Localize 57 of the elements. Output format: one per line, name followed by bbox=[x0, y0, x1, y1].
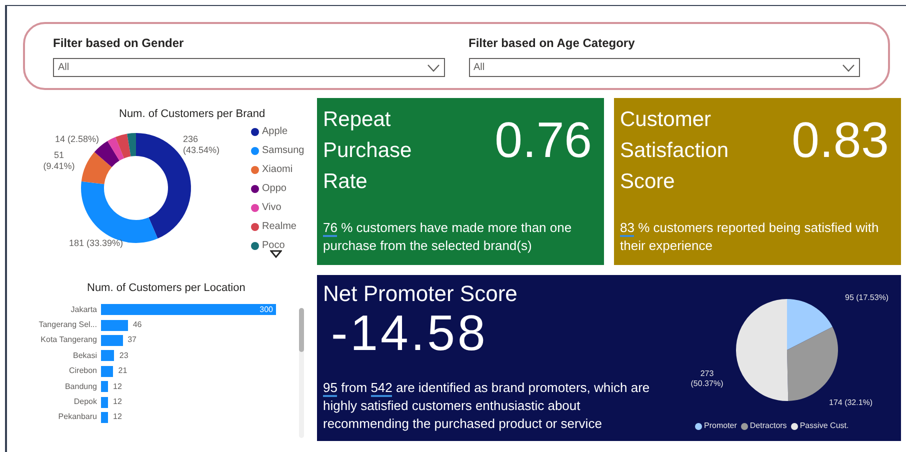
data-label: 51 (9.41%) bbox=[42, 150, 76, 172]
chevron-down-icon[interactable] bbox=[426, 64, 440, 72]
data-label: 181 (33.39%) bbox=[69, 238, 124, 249]
data-label: 14 (2.58%) bbox=[55, 134, 100, 145]
bar bbox=[101, 350, 114, 362]
data-label: 236 (43.54%) bbox=[183, 134, 221, 156]
axis-label: Depok bbox=[72, 396, 98, 408]
bar bbox=[101, 396, 108, 408]
bar bbox=[101, 381, 108, 392]
filter-label: Filter based on Age Category bbox=[468, 35, 635, 52]
legend-label: Xiaomi bbox=[262, 163, 293, 177]
data-label: 46 bbox=[132, 319, 142, 332]
scroll-down-icon[interactable] bbox=[270, 250, 282, 258]
legend-label: Poco bbox=[262, 239, 285, 253]
axis-label: Jakarta bbox=[70, 304, 98, 316]
data-label: 23 bbox=[119, 350, 128, 362]
axis-label: Bandung bbox=[64, 380, 98, 393]
kpi-value: 0.76 bbox=[494, 111, 592, 170]
dropdown-field[interactable]: All bbox=[53, 58, 444, 77]
scrollbar-thumb[interactable] bbox=[299, 308, 304, 352]
legend-label: Promoter bbox=[704, 420, 737, 432]
data-label: 174 (32.1%) bbox=[829, 398, 873, 408]
axis-label: Tangerang Sel... bbox=[38, 319, 98, 332]
card-description: 76 % customers have made more than one purchase from the selected brand(s) bbox=[323, 219, 573, 255]
card-description: 83 % customers reported being satisfied with their experience bbox=[620, 219, 880, 255]
data-label: 12 bbox=[113, 380, 122, 393]
data-label: 12 bbox=[113, 396, 122, 408]
card-title: Repeat Purchase Rate bbox=[323, 107, 413, 195]
data-label: 21 bbox=[118, 365, 128, 378]
legend-label: Apple bbox=[262, 125, 288, 139]
legend-label: Oppo bbox=[262, 182, 286, 196]
bar bbox=[101, 334, 123, 346]
chart-title: Num. of Customers per Brand bbox=[119, 107, 266, 122]
bar bbox=[101, 366, 114, 377]
legend-label: Samsung bbox=[262, 144, 304, 158]
axis-label: Cirebon bbox=[68, 365, 98, 378]
filter-label: Filter based on Gender bbox=[53, 35, 184, 52]
chevron-down-icon[interactable] bbox=[842, 64, 855, 72]
axis-label: Pekanbaru bbox=[57, 411, 98, 424]
legend-label: Realme bbox=[262, 220, 296, 234]
data-label: 300 bbox=[260, 304, 273, 316]
bar bbox=[101, 412, 108, 423]
kpi-value: 0.83 bbox=[792, 111, 889, 170]
data-label: 273 (50.37%) bbox=[690, 369, 724, 389]
data-label: 12 bbox=[113, 411, 122, 424]
card-description: 95 from 542 are identified as brand promoters, which are highly satisfied customers enthusiastic about recommending the purchased product or service bbox=[323, 379, 651, 433]
legend-label: Vivo bbox=[262, 201, 282, 215]
dropdown-field[interactable]: All bbox=[468, 58, 860, 77]
data-label: 37 bbox=[128, 334, 136, 346]
legend-label: Detractors bbox=[750, 420, 787, 432]
bar bbox=[101, 320, 128, 331]
legend-label: Passive Cust. bbox=[800, 420, 849, 432]
data-label: 95 (17.53%) bbox=[845, 293, 889, 303]
axis-label: Kota Tangerang bbox=[40, 334, 98, 346]
card-title: Customer Satisfaction Score bbox=[620, 107, 730, 195]
axis-label: Bekasi bbox=[72, 350, 98, 362]
chart-title: Num. of Customers per Location bbox=[87, 281, 246, 296]
